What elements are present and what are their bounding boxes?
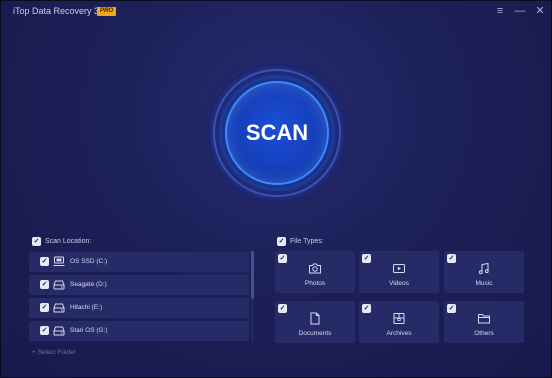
file-type-label: Photos	[304, 280, 326, 287]
drive-checkbox[interactable]: ✓	[40, 326, 49, 335]
select-folder-link[interactable]: + Select Folder	[32, 349, 76, 356]
drive-row-d[interactable]: ✓ Seagate (D:)	[29, 275, 249, 295]
scan-button[interactable]: SCAN	[225, 81, 329, 185]
hard-drive-icon	[53, 325, 65, 336]
app-title: iTop Data Recovery 3.0	[13, 6, 107, 16]
file-type-label: Archives	[386, 330, 412, 337]
file-type-checkbox[interactable]: ✓	[278, 254, 287, 263]
scan-location-checkbox[interactable]: ✓	[32, 237, 41, 246]
file-type-photos[interactable]: ✓ Photos	[275, 251, 355, 293]
file-type-videos[interactable]: ✓ Videos	[359, 251, 439, 293]
drive-label: OS SSD (C:)	[70, 258, 108, 265]
drive-label: Seagate (D:)	[70, 281, 107, 288]
app-window: iTop Data Recovery 3.0 PRO ≡ — ✕ SCAN ✓ …	[0, 0, 552, 378]
scrollbar-thumb[interactable]	[251, 251, 254, 299]
file-type-others[interactable]: ✓ Others	[444, 301, 524, 343]
file-type-checkbox[interactable]: ✓	[447, 304, 456, 313]
document-icon	[308, 312, 322, 325]
file-type-label: Documents	[298, 330, 332, 337]
folder-icon	[477, 312, 491, 325]
file-type-checkbox[interactable]: ✓	[362, 304, 371, 313]
file-type-archives[interactable]: ✓ Archives	[359, 301, 439, 343]
drive-checkbox[interactable]: ✓	[40, 280, 49, 289]
close-icon[interactable]: ✕	[533, 4, 547, 18]
drive-checkbox[interactable]: ✓	[40, 257, 49, 266]
file-type-checkbox[interactable]: ✓	[278, 304, 287, 313]
scan-location-label: Scan Location:	[45, 238, 92, 245]
file-types-checkbox[interactable]: ✓	[277, 237, 286, 246]
hard-drive-icon	[53, 302, 65, 313]
music-icon	[477, 262, 491, 275]
camera-icon	[308, 262, 322, 275]
file-type-label: Videos	[389, 280, 409, 287]
drive-checkbox[interactable]: ✓	[40, 303, 49, 312]
drive-row-c[interactable]: ✓ OS SSD (C:)	[29, 252, 249, 272]
video-icon	[392, 262, 406, 275]
drive-row-g[interactable]: ✓ Stari OS (G:)	[29, 321, 249, 341]
drive-label: Hitachi (E:)	[70, 304, 103, 311]
file-type-checkbox[interactable]: ✓	[362, 254, 371, 263]
file-type-music[interactable]: ✓ Music	[444, 251, 524, 293]
title-bar: iTop Data Recovery 3.0 PRO ≡ — ✕	[1, 1, 551, 23]
menu-icon[interactable]: ≡	[493, 4, 507, 18]
file-types-label: File Types:	[290, 238, 324, 245]
archive-icon	[392, 312, 406, 325]
hard-drive-icon	[53, 279, 65, 290]
file-type-label: Others	[474, 330, 494, 337]
minimize-icon[interactable]: —	[513, 4, 527, 18]
ssd-icon	[53, 256, 65, 267]
drive-row-e[interactable]: ✓ Hitachi (E:)	[29, 298, 249, 318]
file-type-label: Music	[475, 280, 493, 287]
drive-label: Stari OS (G:)	[70, 327, 108, 334]
file-type-checkbox[interactable]: ✓	[447, 254, 456, 263]
pro-badge: PRO	[97, 7, 117, 16]
file-type-documents[interactable]: ✓ Documents	[275, 301, 355, 343]
